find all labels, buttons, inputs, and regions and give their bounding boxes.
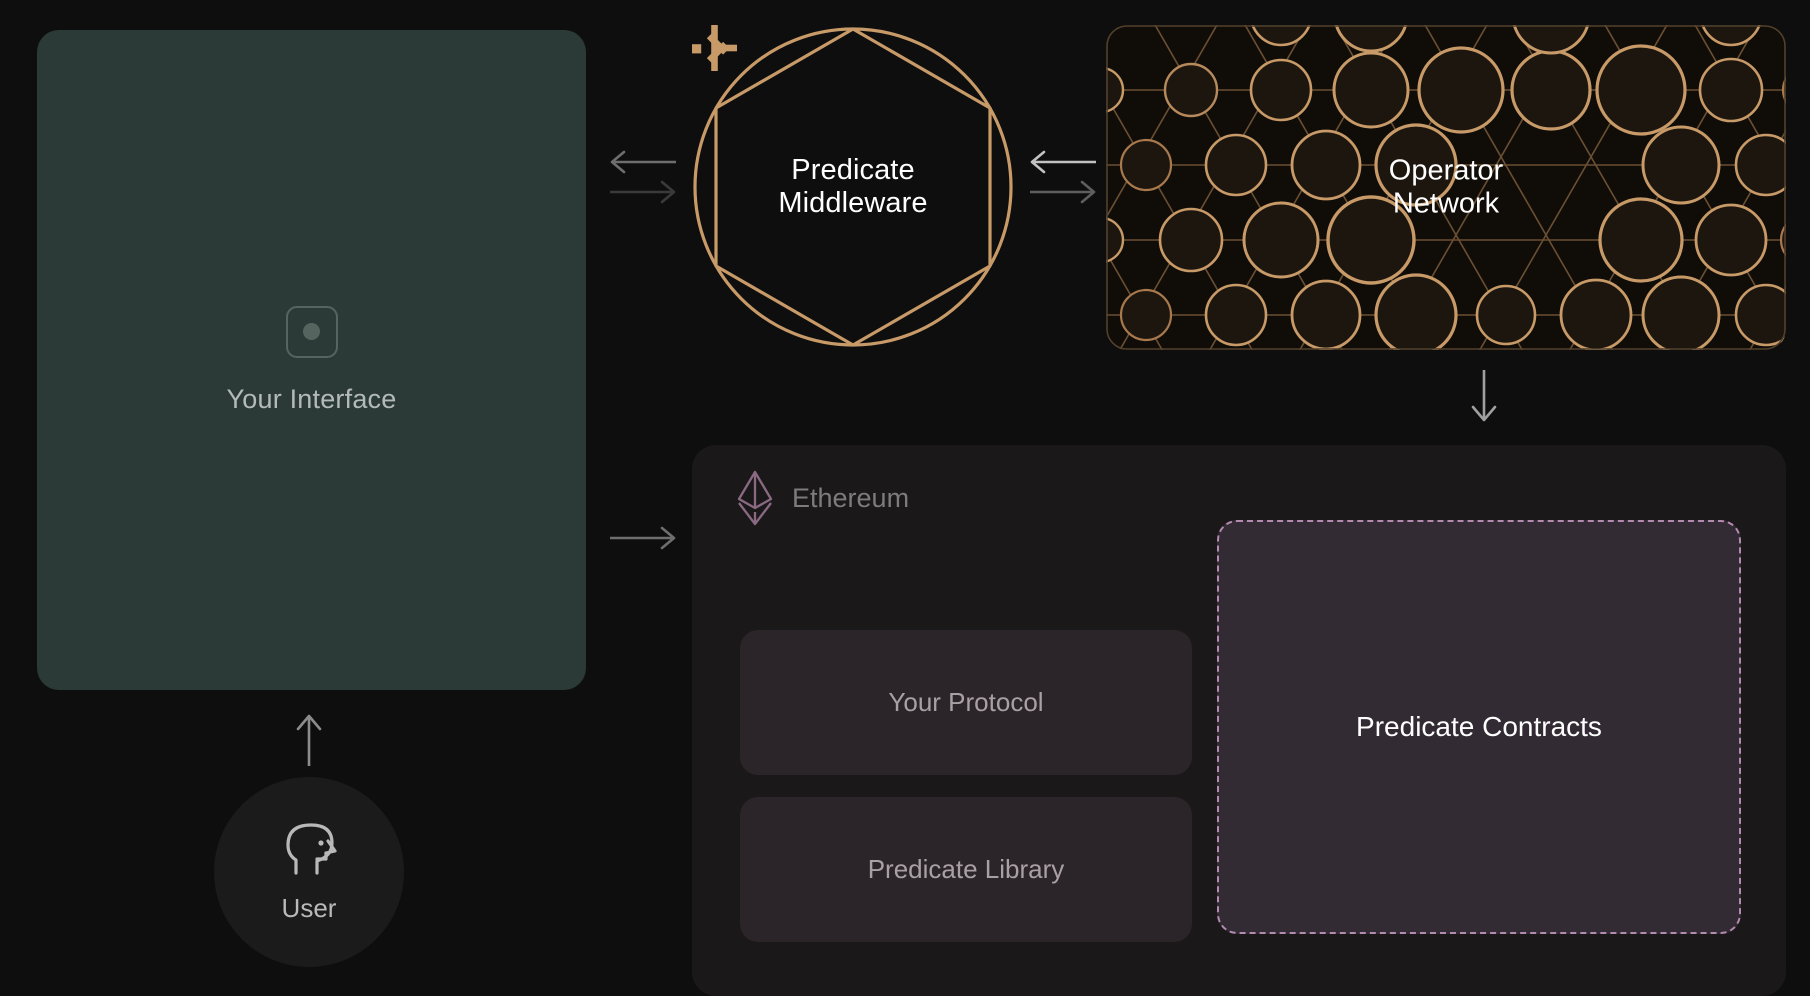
user-head-profile-icon (286, 822, 337, 875)
user-label: User (281, 892, 337, 923)
architecture-diagram: Your Interface User Predicate Middleware… (0, 0, 1810, 996)
arrow-left (1030, 150, 1096, 174)
ethereum-diamond-icon (737, 470, 773, 526)
arrow-operator-to-ethereum (1471, 370, 1497, 422)
your-protocol-card[interactable]: Your Protocol (740, 630, 1192, 775)
ethereum-header: Ethereum (736, 470, 909, 526)
user-node[interactable]: User (214, 777, 404, 967)
ethereum-panel: Ethereum Your Protocol Predicate Library… (692, 445, 1786, 996)
predicate-library-card[interactable]: Predicate Library (740, 797, 1192, 942)
your-interface-card[interactable]: Your Interface (37, 30, 586, 690)
your-protocol-label: Your Protocol (888, 687, 1044, 717)
arrows-middleware-operator (1030, 150, 1096, 204)
predicate-middleware-node[interactable]: Predicate Middleware (688, 22, 1018, 352)
arrow-interface-to-ethereum (610, 526, 676, 550)
arrows-interface-middleware (610, 150, 676, 204)
arrow-right (610, 180, 676, 204)
arrow-user-to-interface (296, 714, 322, 766)
predicate-library-label: Predicate Library (867, 854, 1065, 884)
predicate-contracts-card[interactable]: Predicate Contracts (1217, 520, 1741, 934)
arrow-right (1030, 180, 1096, 204)
ethereum-label: Ethereum (792, 482, 910, 513)
predicate-asterisk-logo (692, 25, 737, 71)
operator-nodes (1106, 25, 1786, 350)
square-dot-icon (285, 305, 338, 358)
predicate-middleware-label: Predicate Middleware (778, 153, 928, 219)
your-interface-label: Your Interface (226, 383, 397, 414)
arrow-left (610, 150, 676, 174)
operator-network-panel[interactable]: Operator Network (1106, 25, 1786, 350)
operator-lattice-pattern (1106, 25, 1786, 350)
square-dot-icon-center (303, 323, 320, 340)
predicate-contracts-label: Predicate Contracts (1356, 711, 1602, 742)
